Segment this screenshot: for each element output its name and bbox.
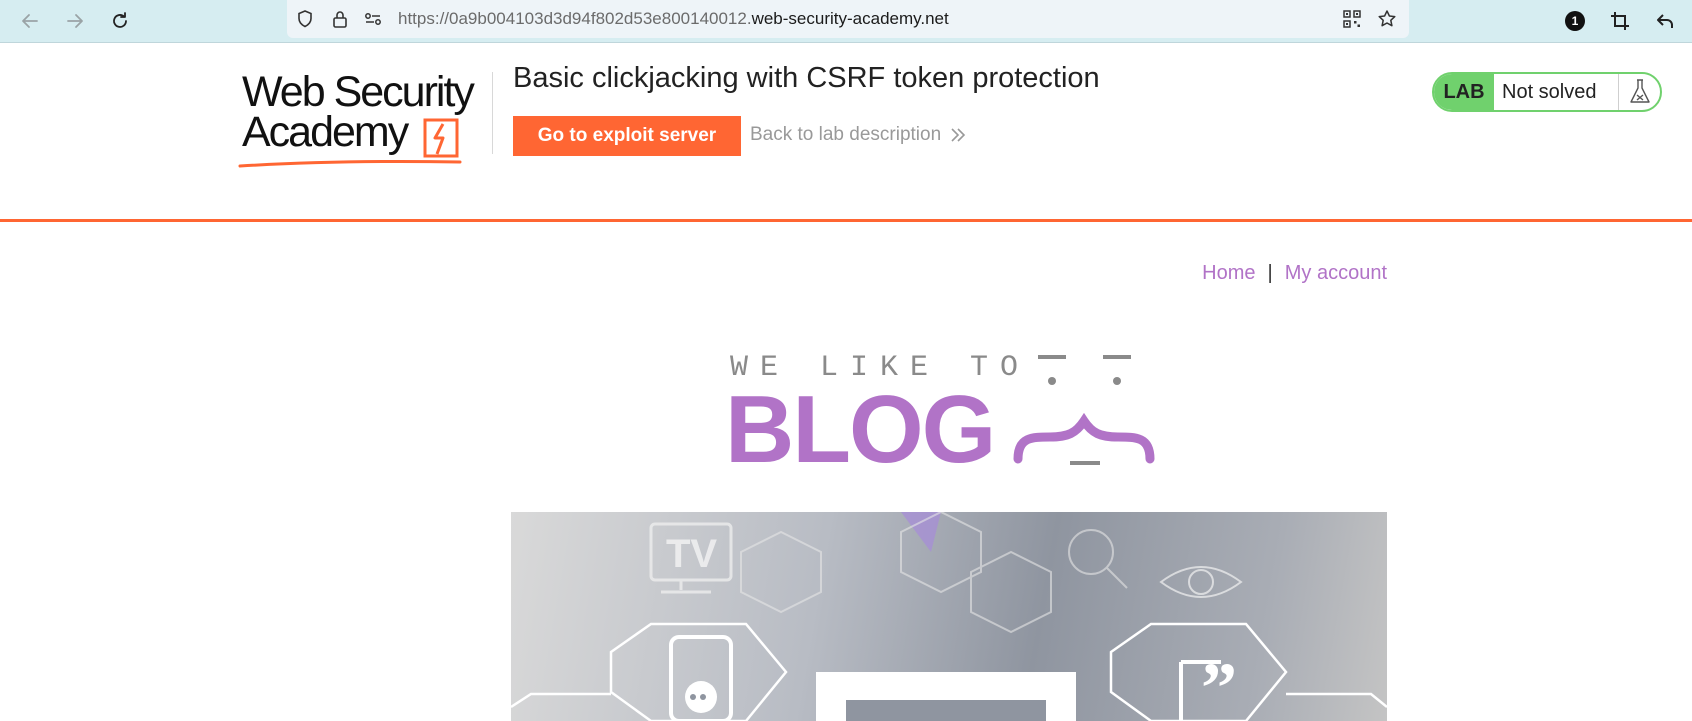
reload-icon[interactable]: [105, 6, 135, 36]
lab-tag: LAB: [1434, 74, 1494, 110]
back-link-label: Back to lab description: [750, 124, 942, 145]
nav-my-account-link[interactable]: My account: [1285, 262, 1387, 284]
blog-top-nav: Home | My account: [1202, 262, 1387, 285]
lock-icon[interactable]: [329, 8, 351, 30]
bookmark-star-icon[interactable]: [1376, 8, 1398, 30]
web-security-academy-logo[interactable]: Web Security Academy: [238, 70, 488, 170]
curly-brace-face-icon: [1013, 355, 1155, 465]
shield-icon[interactable]: [294, 8, 316, 30]
go-to-exploit-server-button[interactable]: Go to exploit server: [513, 116, 741, 156]
lab-title: Basic clickjacking with CSRF token prote…: [513, 62, 1100, 94]
back-arrow-icon[interactable]: [15, 6, 45, 36]
url-prefix: https://0a9b004103d3d94f802d53e800140012…: [398, 9, 752, 28]
hero-illustration: TV ”: [511, 512, 1387, 721]
qr-code-icon[interactable]: [1341, 8, 1363, 30]
nav-home-link[interactable]: Home: [1202, 262, 1255, 284]
we-like-to-blog-logo: WE LIKE TO BLOG: [720, 345, 1180, 480]
blog-wordmark: BLOG: [725, 376, 996, 483]
back-to-lab-description-link[interactable]: Back to lab description: [750, 124, 967, 146]
site-permissions-icon[interactable]: [362, 8, 384, 30]
address-bar[interactable]: https://0a9b004103d3d94f802d53e800140012…: [287, 0, 1409, 38]
flask-icon: [1618, 74, 1660, 110]
crop-icon[interactable]: [1605, 6, 1635, 36]
extension-count: 1: [1565, 11, 1585, 31]
logo-divider: [492, 72, 493, 154]
logo-underline: [238, 160, 462, 168]
tv-label: TV: [666, 532, 717, 576]
logo-lightning-icon: [423, 118, 459, 158]
lab-status-text: Not solved: [1502, 80, 1597, 103]
lab-status-widget: LAB Not solved: [1432, 72, 1662, 112]
blog-hero-image: TV ”: [511, 512, 1387, 721]
browser-toolbar: https://0a9b004103d3d94f802d53e800140012…: [0, 0, 1692, 43]
logo-line-2: Academy: [242, 108, 409, 156]
lab-header: Web Security Academy Basic clickjacking …: [0, 44, 1692, 222]
forward-arrow-icon[interactable]: [60, 6, 90, 36]
url-text[interactable]: https://0a9b004103d3d94f802d53e800140012…: [398, 9, 949, 29]
undo-arrow-icon[interactable]: [1650, 6, 1680, 36]
svg-text:”: ”: [1201, 648, 1237, 721]
nav-separator: |: [1267, 262, 1273, 284]
double-chevron-right-icon: [951, 128, 966, 142]
url-domain: web-security-academy.net: [751, 9, 949, 28]
extension-badge[interactable]: 1: [1560, 6, 1590, 36]
